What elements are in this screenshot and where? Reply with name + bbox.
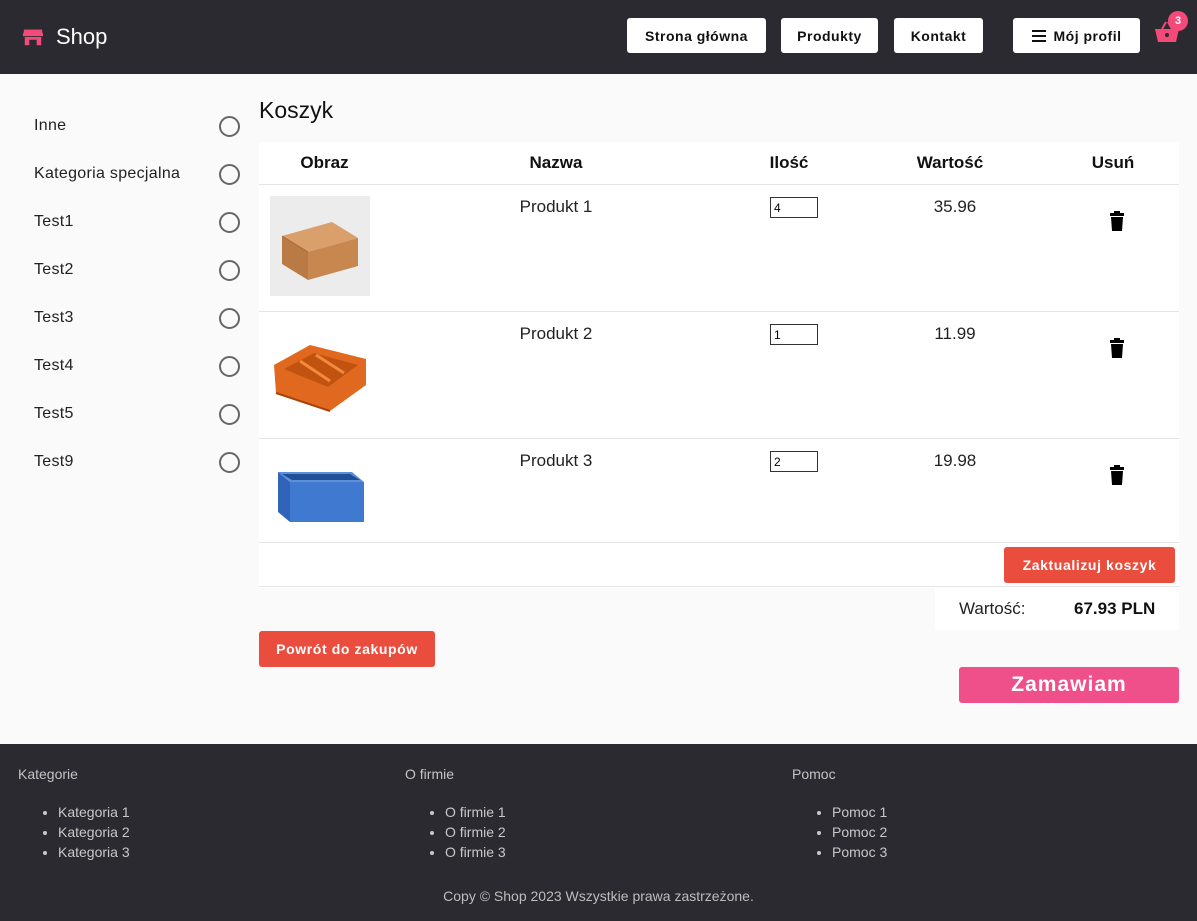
trash-icon[interactable] xyxy=(1109,211,1125,231)
cart-total: Wartość: 67.93 PLN xyxy=(935,588,1179,630)
category-label: Kategoria specjalna xyxy=(34,165,181,182)
top-navbar: Shop Strona główna Produkty Kontakt Mój … xyxy=(0,0,1197,74)
quantity-input[interactable] xyxy=(770,324,818,345)
product-name: Produkt 2 xyxy=(519,324,593,343)
brand[interactable]: Shop xyxy=(22,24,107,50)
category-label: Inne xyxy=(34,117,67,134)
footer-column-company: O firmie O firmie 1 O firmie 2 O firmie … xyxy=(405,766,506,862)
product-value: 11.99 xyxy=(934,324,976,343)
category-label: Test5 xyxy=(34,405,74,422)
nav-products-button[interactable]: Produkty xyxy=(781,18,878,53)
profile-label: Mój profil xyxy=(1053,27,1122,44)
category-radio[interactable] xyxy=(219,403,240,425)
cart-count-badge: 3 xyxy=(1168,11,1188,31)
copyright: Copy © Shop 2023 Wszystkie prawa zastrze… xyxy=(443,888,754,904)
category-label: Test3 xyxy=(34,309,74,326)
product-name: Produkt 1 xyxy=(519,197,593,216)
product-value: 19.98 xyxy=(933,451,977,470)
footer-link[interactable]: Kategoria 3 xyxy=(58,842,130,862)
footer-column-title: Pomoc xyxy=(792,766,836,782)
product-value: 35.96 xyxy=(933,197,977,216)
cart-table: Obraz Nazwa Ilość Wartość Usuń Produkt 1… xyxy=(259,142,1179,588)
profile-menu-button[interactable]: Mój profil xyxy=(1013,18,1140,53)
menu-icon xyxy=(1031,29,1046,42)
footer-column-title: O firmie xyxy=(405,766,454,782)
footer-column-categories: Kategorie Kategoria 1 Kategoria 2 Katego… xyxy=(18,766,130,862)
category-item-test1[interactable]: Test1 xyxy=(34,210,240,234)
column-header-value: Wartość xyxy=(916,153,984,172)
category-radio[interactable] xyxy=(219,211,240,233)
category-item-test2[interactable]: Test2 xyxy=(34,258,240,282)
update-cart-button[interactable]: Zaktualizuj koszyk xyxy=(1004,547,1175,583)
column-header-qty: Ilość xyxy=(769,153,809,172)
orange-storage-bin-image xyxy=(270,323,370,423)
column-header-name: Nazwa xyxy=(529,153,583,172)
footer-link[interactable]: Pomoc 3 xyxy=(832,842,887,862)
category-radio[interactable] xyxy=(219,259,240,281)
category-item-inne[interactable]: Inne xyxy=(34,114,240,138)
category-item-kategoria-specjalna[interactable]: Kategoria specjalna xyxy=(34,162,240,186)
page-title: Koszyk xyxy=(259,97,334,123)
trash-icon[interactable] xyxy=(1109,338,1125,358)
footer-link[interactable]: Pomoc 1 xyxy=(832,802,887,822)
cart-button[interactable]: 3 xyxy=(1154,11,1188,46)
product-name: Produkt 3 xyxy=(519,451,593,470)
footer-link[interactable]: O firmie 3 xyxy=(445,842,506,862)
column-header-remove: Usuń xyxy=(1091,153,1135,172)
nav-contact-button[interactable]: Kontakt xyxy=(894,18,983,53)
footer-link[interactable]: O firmie 2 xyxy=(445,822,506,842)
footer-column-title: Kategorie xyxy=(18,766,78,782)
cart-row: Produkt 3 19.98 xyxy=(259,438,1179,550)
column-header-image: Obraz xyxy=(300,153,349,172)
cart-row: Produkt 1 35.96 xyxy=(259,184,1179,311)
footer-link[interactable]: Kategoria 2 xyxy=(58,822,130,842)
cart-row: Produkt 2 11.99 xyxy=(259,311,1179,438)
category-label: Test9 xyxy=(34,453,74,470)
nav-home-button[interactable]: Strona główna xyxy=(627,18,766,53)
blue-container-image xyxy=(270,450,370,550)
category-radio[interactable] xyxy=(219,355,240,377)
category-radio[interactable] xyxy=(219,115,240,137)
category-item-test9[interactable]: Test9 xyxy=(34,450,240,474)
footer-link[interactable]: Kategoria 1 xyxy=(58,802,130,822)
quantity-input[interactable] xyxy=(770,197,818,218)
cart-actions-row: Zaktualizuj koszyk xyxy=(259,542,1179,587)
category-label: Test4 xyxy=(34,357,74,374)
category-radio[interactable] xyxy=(219,307,240,329)
footer-link[interactable]: O firmie 1 xyxy=(445,802,506,822)
category-item-test5[interactable]: Test5 xyxy=(34,402,240,426)
footer-link[interactable]: Pomoc 2 xyxy=(832,822,887,842)
trash-icon[interactable] xyxy=(1109,465,1125,485)
total-value: 67.93 PLN xyxy=(1074,599,1156,618)
quantity-input[interactable] xyxy=(770,451,818,472)
back-to-shopping-button[interactable]: Powrót do zakupów xyxy=(259,631,435,667)
category-item-test4[interactable]: Test4 xyxy=(34,354,240,378)
footer-column-help: Pomoc Pomoc 1 Pomoc 2 Pomoc 3 xyxy=(792,766,887,862)
brand-name: Shop xyxy=(56,24,108,49)
category-label: Test2 xyxy=(34,261,74,278)
category-item-test3[interactable]: Test3 xyxy=(34,306,240,330)
category-label: Test1 xyxy=(34,213,74,230)
footer: Kategorie Kategoria 1 Kategoria 2 Katego… xyxy=(0,744,1197,921)
store-icon xyxy=(22,29,44,46)
category-radio[interactable] xyxy=(219,163,240,185)
category-radio[interactable] xyxy=(219,451,240,473)
place-order-button[interactable]: Zamawiam xyxy=(959,667,1179,703)
total-label: Wartość: xyxy=(959,599,1026,618)
cardboard-box-image xyxy=(270,196,370,296)
